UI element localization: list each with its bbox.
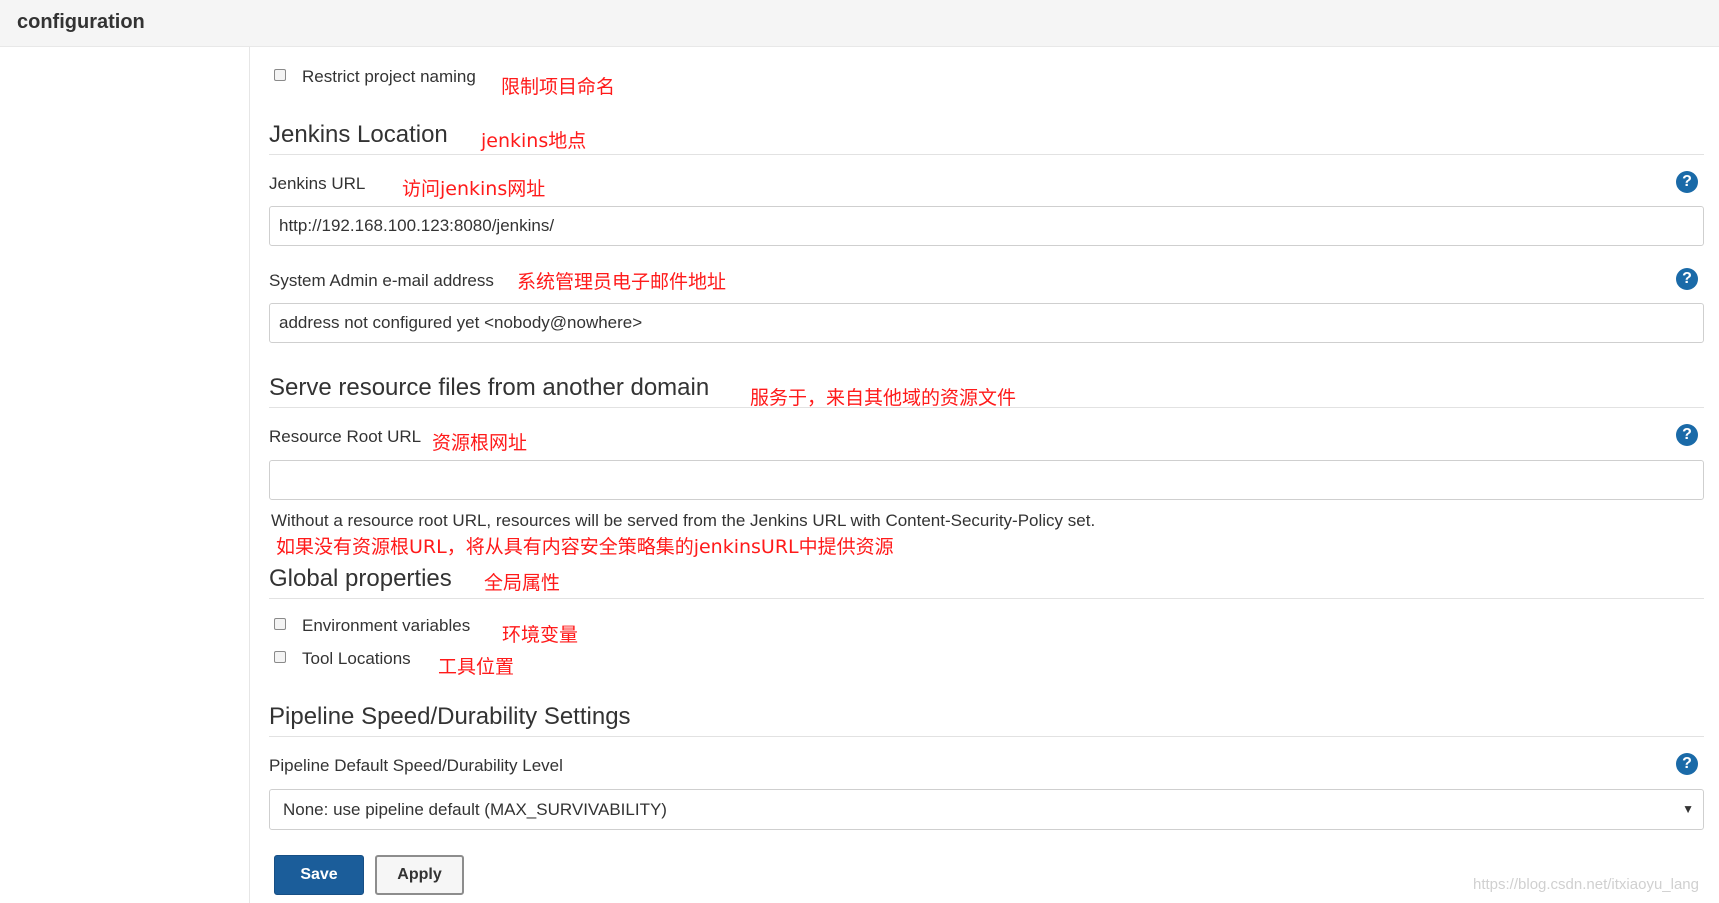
jenkins-location-annotation: jenkins地点: [481, 130, 587, 152]
restrict-project-naming-label[interactable]: Restrict project naming: [302, 67, 476, 87]
resource-root-url-input[interactable]: [269, 460, 1704, 500]
environment-variables-annotation: 环境变量: [502, 624, 579, 646]
resource-root-url-help-icon[interactable]: ?: [1676, 424, 1698, 446]
section-divider: [269, 154, 1704, 155]
environment-variables-label[interactable]: Environment variables: [302, 616, 470, 636]
apply-button[interactable]: Apply: [375, 855, 464, 895]
restrict-project-naming-checkbox[interactable]: [274, 69, 286, 81]
top-bar: configuration: [0, 0, 1719, 47]
section-divider: [269, 598, 1704, 599]
breadcrumb[interactable]: configuration: [17, 11, 145, 34]
jenkins-location-title: Jenkins Location: [269, 121, 448, 148]
environment-variables-checkbox[interactable]: [274, 618, 286, 630]
section-divider: [269, 736, 1704, 737]
restrict-annotation: 限制项目命名: [501, 76, 616, 98]
resource-domain-annotation: 服务于，来自其他域的资源文件: [750, 387, 1017, 409]
resource-root-url-label: Resource Root URL: [269, 427, 422, 446]
resource-root-url-annotation: 资源根网址: [432, 432, 528, 454]
global-properties-title: Global properties: [269, 565, 452, 592]
tool-locations-label[interactable]: Tool Locations: [302, 649, 411, 669]
resource-root-description-annotation: 如果没有资源根URL，将从具有内容安全策略集的jenkinsURL中提供资源: [276, 536, 894, 558]
pipeline-level-label: Pipeline Default Speed/Durability Level: [269, 756, 563, 775]
pipeline-level-help-icon[interactable]: ?: [1676, 753, 1698, 775]
resource-domain-title: Serve resource files from another domain: [269, 374, 710, 401]
jenkins-url-input[interactable]: [269, 206, 1704, 246]
admin-email-label: System Admin e-mail address: [269, 271, 494, 290]
jenkins-url-label: Jenkins URL: [269, 174, 366, 193]
pipeline-settings-title: Pipeline Speed/Durability Settings: [269, 703, 631, 730]
save-button[interactable]: Save: [274, 855, 364, 895]
jenkins-url-annotation: 访问jenkins网址: [402, 178, 546, 200]
tool-locations-checkbox[interactable]: [274, 651, 286, 663]
pipeline-level-select[interactable]: None: use pipeline default (MAX_SURVIVAB…: [269, 789, 1704, 830]
admin-email-annotation: 系统管理员电子邮件地址: [517, 271, 727, 293]
admin-email-input[interactable]: [269, 303, 1704, 343]
admin-email-help-icon[interactable]: ?: [1676, 268, 1698, 290]
side-panel: [0, 47, 250, 903]
dropdown-arrow-icon[interactable]: ▼: [1682, 802, 1694, 816]
pipeline-level-selected-value: None: use pipeline default (MAX_SURVIVAB…: [283, 800, 667, 819]
resource-root-description: Without a resource root URL, resources w…: [271, 511, 1096, 530]
global-properties-annotation: 全局属性: [484, 572, 561, 594]
tool-locations-annotation: 工具位置: [438, 656, 515, 678]
section-divider: [269, 407, 1704, 408]
jenkins-url-help-icon[interactable]: ?: [1676, 171, 1698, 193]
watermark-text: https://blog.csdn.net/itxiaoyu_lang: [1473, 876, 1699, 893]
